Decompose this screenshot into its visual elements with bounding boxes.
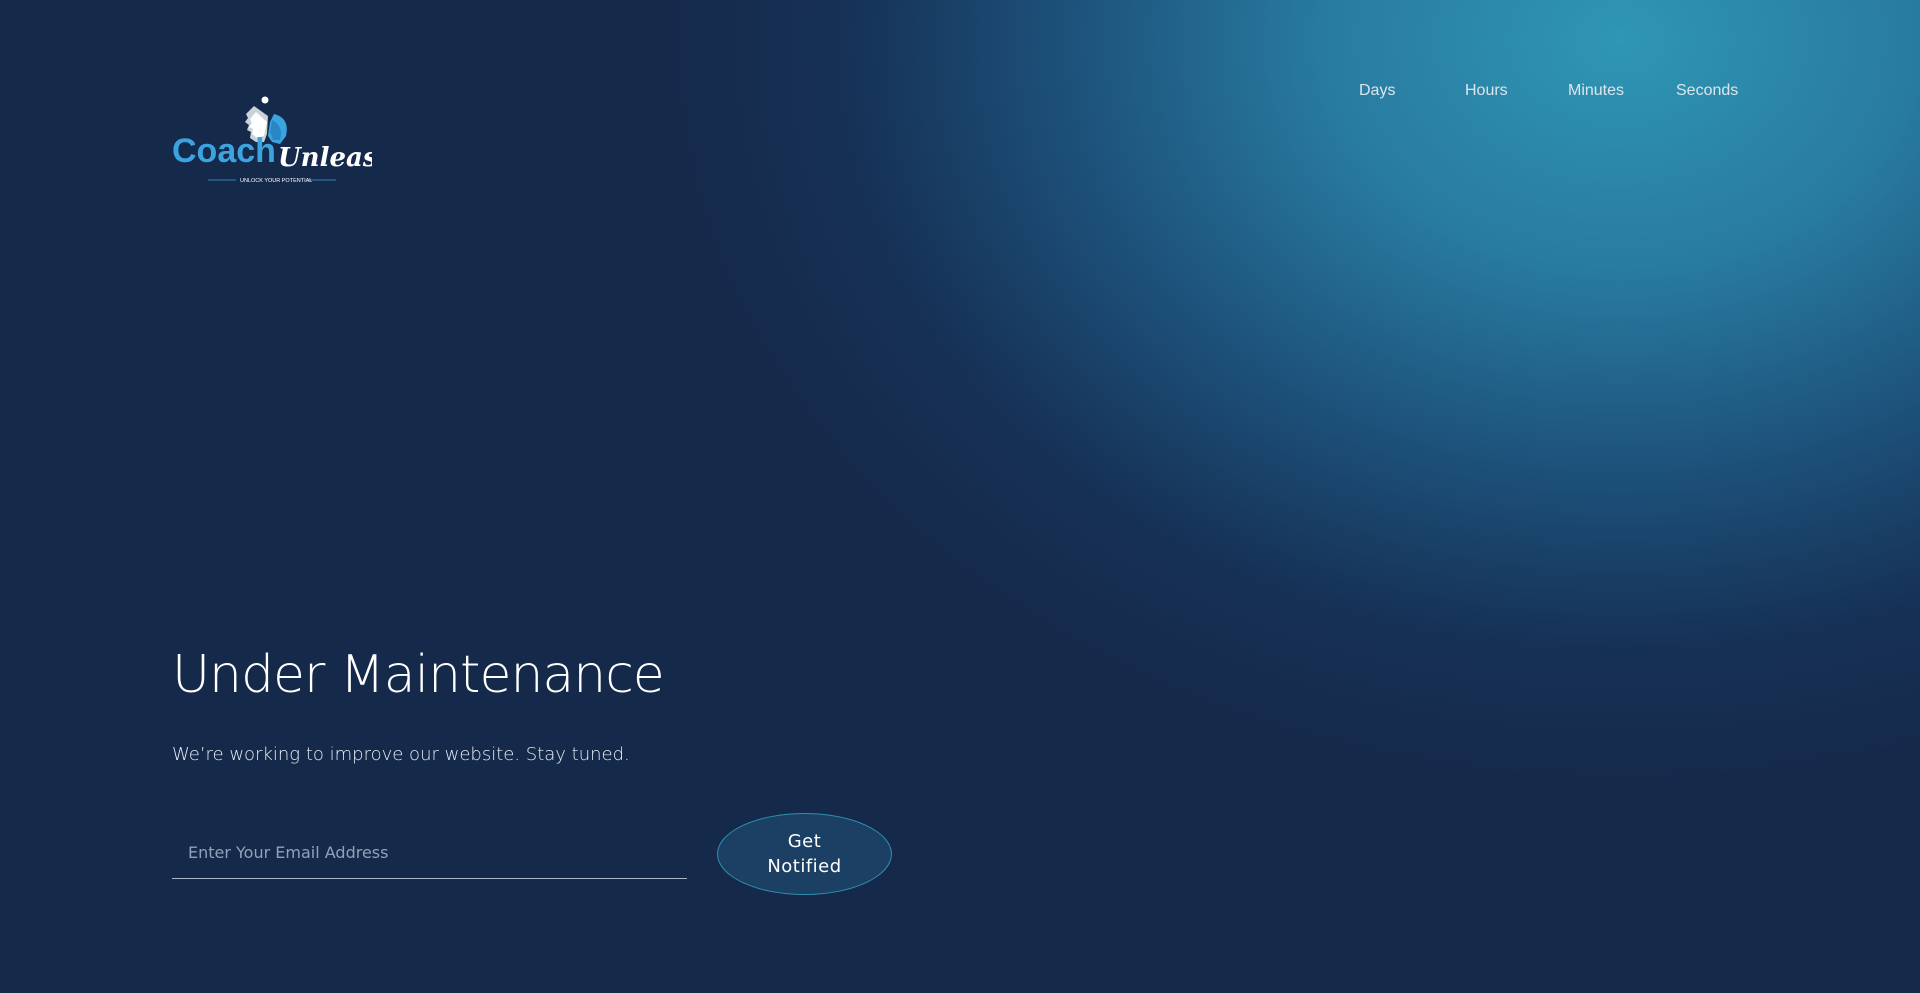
countdown-seconds-label: Seconds <box>1676 82 1739 99</box>
svg-text:Unleash: Unleash <box>278 143 372 173</box>
svg-text:UNLOCK YOUR POTENTIAL: UNLOCK YOUR POTENTIAL <box>240 178 312 184</box>
get-notified-button[interactable]: Get Notified <box>717 813 892 895</box>
coach-unleash-logo-icon: Coach Unleash UNLOCK YOUR POTENTIAL <box>172 96 372 184</box>
countdown-days-label: Days <box>1359 82 1396 99</box>
email-field-container <box>172 826 687 879</box>
countdown-hours-label: Hours <box>1465 82 1508 99</box>
svg-text:Coach: Coach <box>172 132 276 170</box>
countdown-timer: Days Hours Minutes Seconds <box>1320 82 1760 102</box>
page-title: Under Maintenance <box>172 645 665 705</box>
email-input[interactable] <box>172 826 687 878</box>
page-subtitle: We’re working to improve our website. St… <box>172 744 630 765</box>
logo[interactable]: Coach Unleash UNLOCK YOUR POTENTIAL <box>172 92 372 192</box>
countdown-minutes-label: Minutes <box>1568 82 1625 99</box>
